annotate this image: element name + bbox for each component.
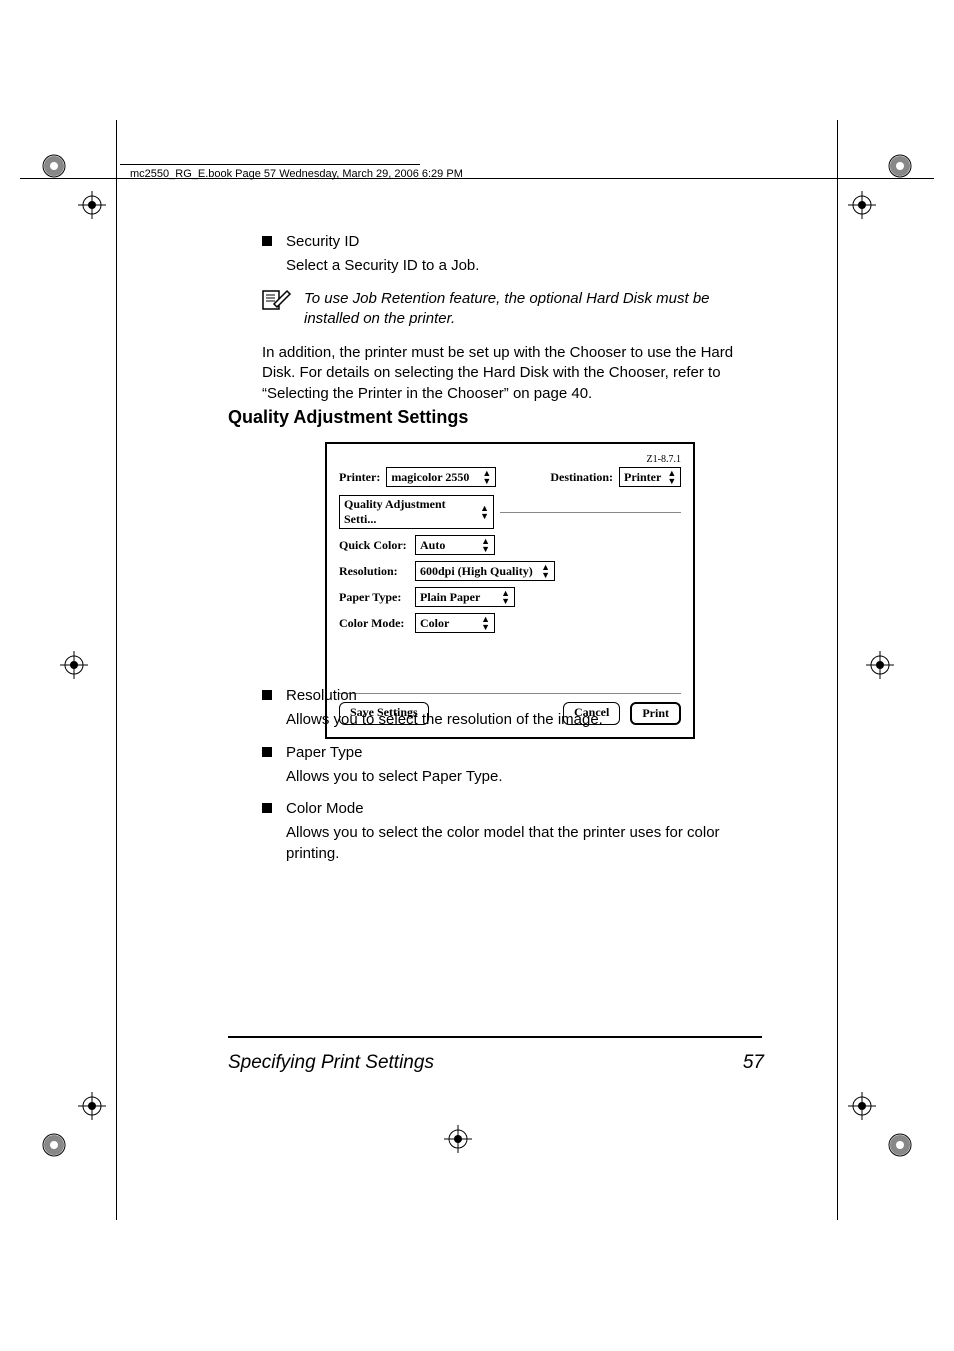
bullet-description: Allows you to select the resolution of t… (286, 710, 772, 730)
dropdown-arrows-icon: ▲▼ (481, 615, 490, 631)
registration-mark-icon (848, 191, 876, 219)
printer-select[interactable]: magicolor 2550 ▲▼ (386, 467, 496, 487)
footer-rule (228, 1036, 762, 1038)
registration-mark-icon (444, 1125, 472, 1153)
divider (500, 512, 681, 513)
registration-mark-icon (848, 1092, 876, 1120)
bullet-title: Paper Type (286, 743, 362, 763)
registration-mark-icon (886, 1131, 914, 1159)
bullet-description: Allows you to select the color model tha… (286, 823, 772, 864)
destination-label: Destination: (550, 470, 613, 485)
page-number: 57 (743, 1052, 764, 1074)
header-rule (120, 164, 420, 165)
field-value: Color (420, 616, 449, 631)
bullet-description: Select a Security ID to a Job. (286, 256, 762, 276)
registration-mark-icon (40, 1131, 68, 1159)
header-meta-text: mc2550_RG_E.book Page 57 Wednesday, Marc… (130, 168, 463, 180)
footer-title: Specifying Print Settings (228, 1052, 434, 1074)
note-block: To use Job Retention feature, the option… (262, 289, 762, 330)
registration-mark-icon (60, 651, 88, 679)
paper-type-select[interactable]: Plain Paper ▲▼ (415, 587, 515, 607)
field-label: Resolution: (339, 564, 409, 579)
resolution-select[interactable]: 600dpi (High Quality) ▲▼ (415, 561, 555, 581)
field-label: Quick Color: (339, 538, 409, 553)
field-value: Plain Paper (420, 590, 480, 605)
list-item: Color Mode (262, 799, 772, 819)
dropdown-arrows-icon: ▲▼ (667, 469, 676, 485)
dropdown-arrows-icon: ▲▼ (481, 537, 490, 553)
crop-line (116, 120, 117, 1220)
bullet-square-icon (262, 747, 272, 757)
dropdown-arrows-icon: ▲▼ (501, 589, 510, 605)
field-value: 600dpi (High Quality) (420, 564, 533, 579)
dropdown-arrows-icon: ▲▼ (541, 563, 550, 579)
field-value: Auto (420, 538, 445, 553)
bullet-title: Resolution (286, 686, 357, 706)
list-item: Paper Type (262, 743, 772, 763)
bullet-square-icon (262, 236, 272, 246)
list-item: Security ID (262, 232, 762, 252)
registration-mark-icon (866, 651, 894, 679)
printer-value: magicolor 2550 (391, 470, 469, 485)
registration-mark-icon (40, 152, 68, 180)
registration-mark-icon (78, 1092, 106, 1120)
section-heading-wrap: Quality Adjustment Settings (228, 395, 768, 446)
bullet-title: Security ID (286, 232, 359, 252)
dropdown-arrows-icon: ▲▼ (480, 504, 489, 520)
field-label: Paper Type: (339, 590, 409, 605)
dialog-version: Z1-8.7.1 (339, 454, 681, 465)
dropdown-arrows-icon: ▲▼ (482, 469, 491, 485)
bullet-description: Allows you to select Paper Type. (286, 767, 772, 787)
tab-value: Quality Adjustment Setti... (344, 497, 474, 527)
crop-line (837, 120, 838, 1220)
destination-select[interactable]: Printer ▲▼ (619, 467, 681, 487)
registration-mark-icon (78, 191, 106, 219)
content-column: Security ID Select a Security ID to a Jo… (262, 232, 762, 420)
quick-color-select[interactable]: Auto ▲▼ (415, 535, 495, 555)
bullet-title: Color Mode (286, 799, 364, 819)
section-heading: Quality Adjustment Settings (228, 407, 768, 428)
color-mode-select[interactable]: Color ▲▼ (415, 613, 495, 633)
note-icon (262, 289, 292, 316)
bullet-square-icon (262, 690, 272, 700)
bullet-square-icon (262, 803, 272, 813)
registration-mark-icon (886, 152, 914, 180)
field-label: Color Mode: (339, 616, 409, 631)
destination-value: Printer (624, 470, 661, 485)
list-item: Resolution (262, 686, 772, 706)
printer-label: Printer: (339, 470, 380, 485)
note-text: To use Job Retention feature, the option… (304, 289, 762, 330)
lower-list: Resolution Allows you to select the reso… (262, 686, 772, 876)
tab-select[interactable]: Quality Adjustment Setti... ▲▼ (339, 495, 494, 529)
